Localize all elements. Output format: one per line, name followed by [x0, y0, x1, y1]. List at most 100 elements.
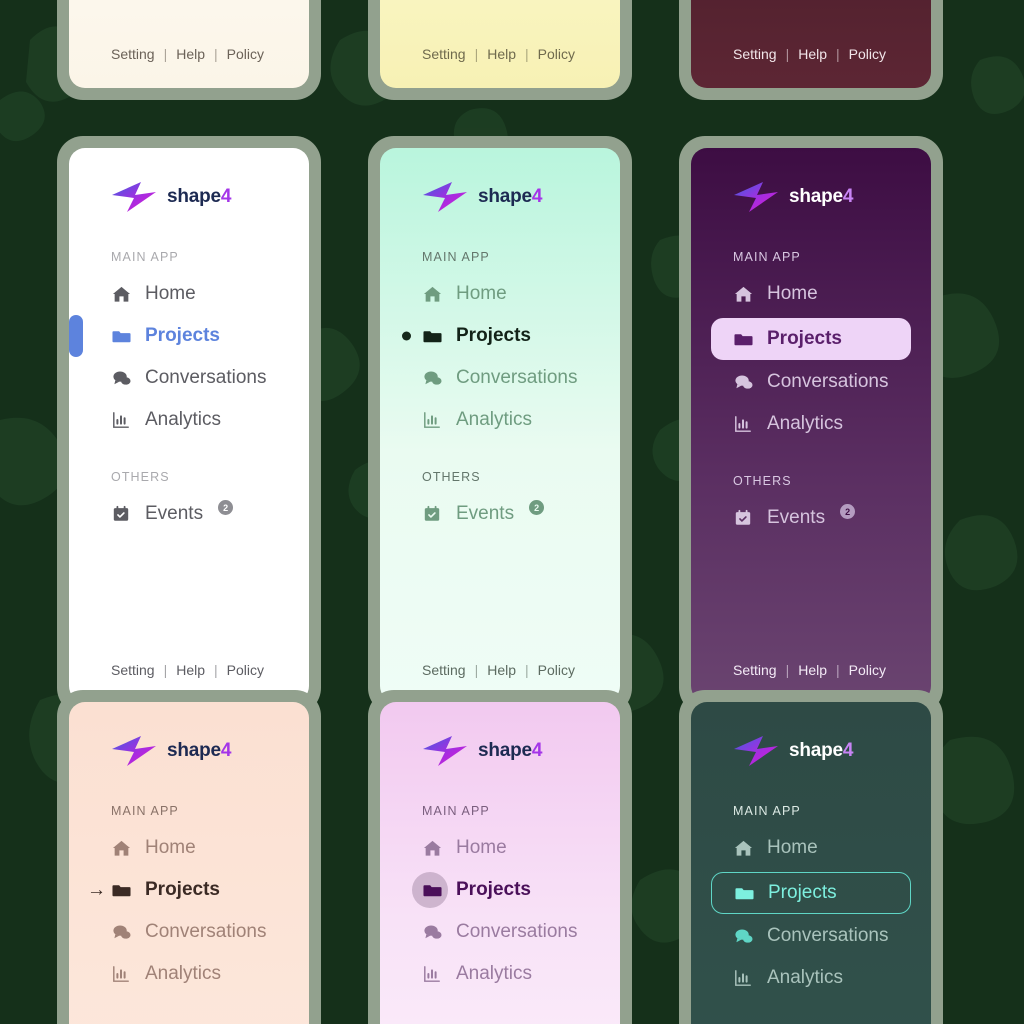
footer-setting-link[interactable]: Setting [422, 46, 466, 62]
footer-separator: | [525, 662, 529, 678]
nav-item-analytics[interactable]: Analytics [711, 404, 911, 444]
brand-name-main: shape [167, 740, 221, 761]
footer-help-link[interactable]: Help [798, 662, 827, 678]
nav-item-home[interactable]: Home [400, 274, 600, 314]
nav-item-events[interactable]: Events 2 [89, 494, 289, 534]
brand-logo: shape4 [733, 180, 911, 214]
footer-setting-link[interactable]: Setting [733, 662, 777, 678]
nav-label: Home [145, 283, 196, 304]
brand-name: shape4 [789, 186, 854, 208]
nav-item-conversations[interactable]: Conversations [89, 912, 289, 952]
nav-item-home[interactable]: Home [89, 274, 289, 314]
nav-item-conversations[interactable]: Conversations [400, 358, 600, 398]
brand-name: shape4 [478, 740, 543, 762]
brand-name-accent: 4 [842, 740, 854, 761]
footer-policy-link[interactable]: Policy [538, 662, 575, 678]
home-icon [422, 838, 442, 858]
footer-policy-link[interactable]: Policy [227, 662, 264, 678]
home-icon [733, 838, 753, 858]
nav-label: Analytics [767, 413, 844, 434]
card-frame: shape4 MAIN APP Home → Projects Conversa… [57, 690, 321, 1024]
card-body: shape4 MAIN APP Home Projects Conversati… [691, 148, 931, 702]
folder-icon [111, 880, 131, 900]
footer-help-link[interactable]: Help [487, 46, 516, 62]
footer-help-link[interactable]: Help [487, 662, 516, 678]
bar-chart-icon [733, 414, 753, 434]
events-badge: 2 [218, 500, 234, 515]
nav-label: Conversations [456, 367, 578, 388]
nav-item-conversations[interactable]: Conversations [89, 358, 289, 398]
card-frame: Setting | Help | Policy [679, 0, 943, 100]
footer-policy-link[interactable]: Policy [538, 46, 575, 62]
footer-setting-link[interactable]: Setting [111, 46, 155, 62]
card-footer: Setting | Help | Policy [711, 46, 911, 66]
nav-label: Events [767, 507, 826, 528]
nav-label: Home [145, 837, 196, 858]
calendar-check-icon [111, 504, 131, 524]
footer-help-link[interactable]: Help [176, 46, 205, 62]
nav-item-projects[interactable]: Projects [711, 872, 911, 914]
active-edge-indicator [69, 315, 83, 357]
section-label-main-app: MAIN APP [111, 250, 179, 264]
footer-help-link[interactable]: Help [798, 46, 827, 62]
nav-item-conversations[interactable]: Conversations [711, 362, 911, 402]
nav-item-home[interactable]: Home [711, 274, 911, 314]
footer-setting-link[interactable]: Setting [111, 662, 155, 678]
nav-item-projects[interactable]: → Projects [87, 870, 289, 910]
nav-item-analytics[interactable]: Analytics [89, 954, 289, 994]
footer-separator: | [525, 46, 529, 62]
nav-label: Projects [456, 879, 531, 900]
nav-item-home[interactable]: Home [711, 828, 911, 868]
section-label-main-app: MAIN APP [733, 804, 801, 818]
brand-name-accent: 4 [531, 740, 543, 761]
nav-others: Events 2 [711, 498, 911, 540]
nav-item-home[interactable]: Home [89, 828, 289, 868]
chat-icon [111, 922, 131, 942]
bar-chart-icon [733, 968, 753, 988]
footer-separator: | [474, 662, 479, 678]
brand-logo: shape4 [111, 734, 289, 768]
nav-item-home[interactable]: Home [400, 828, 600, 868]
section-label-others: OTHERS [422, 470, 481, 484]
nav-others: Events 2 [400, 494, 600, 536]
nav-item-events[interactable]: Events 2 [711, 498, 911, 538]
footer-help-link[interactable]: Help [176, 662, 205, 678]
nav-item-projects[interactable]: Projects [711, 318, 911, 360]
footer-setting-link[interactable]: Setting [733, 46, 777, 62]
card-frame: Setting | Help | Policy [368, 0, 632, 100]
nav-item-projects[interactable]: Projects [69, 315, 289, 357]
nav-item-events[interactable]: Events 2 [400, 494, 600, 534]
shape4-logo-icon [112, 736, 156, 766]
footer-setting-link[interactable]: Setting [422, 662, 466, 678]
shape4-logo-icon [734, 182, 778, 212]
card-body: shape4 MAIN APP Home Projects Conversati… [691, 702, 931, 1024]
footer-policy-link[interactable]: Policy [227, 46, 264, 62]
nav-item-analytics[interactable]: Analytics [89, 400, 289, 440]
card-frame: shape4 MAIN APP Home Projects Conversati… [368, 690, 632, 1024]
footer-policy-link[interactable]: Policy [849, 662, 886, 678]
calendar-check-icon [422, 504, 442, 524]
nav-item-projects[interactable]: Projects [400, 316, 600, 356]
nav-item-projects[interactable]: Projects [400, 870, 600, 910]
brand-name: shape4 [478, 186, 543, 208]
nav-label: Conversations [767, 371, 889, 392]
nav-item-conversations[interactable]: Conversations [711, 916, 911, 956]
nav-label: Analytics [456, 409, 533, 430]
nav-item-analytics[interactable]: Analytics [400, 400, 600, 440]
nav-label: Events [145, 503, 204, 524]
nav-label: Home [456, 837, 507, 858]
footer-policy-link[interactable]: Policy [849, 46, 886, 62]
nav-item-conversations[interactable]: Conversations [400, 912, 600, 952]
nav-label: Conversations [145, 921, 267, 942]
card-footer: Setting | Help | Policy [89, 662, 289, 682]
calendar-check-icon [733, 508, 753, 528]
footer-separator: | [474, 46, 479, 62]
section-label-others: OTHERS [733, 474, 792, 488]
card-body: shape4 MAIN APP Home → Projects Conversa… [69, 702, 309, 1024]
nav-item-analytics[interactable]: Analytics [400, 954, 600, 994]
brand-name: shape4 [167, 740, 232, 762]
brand-logo: shape4 [422, 734, 600, 768]
card-frame: shape4 MAIN APP Home Projects Conversati… [679, 136, 943, 714]
sidebar-card-slate: shape4 MAIN APP Home Projects Conversati… [669, 680, 975, 1024]
nav-item-analytics[interactable]: Analytics [711, 958, 911, 998]
